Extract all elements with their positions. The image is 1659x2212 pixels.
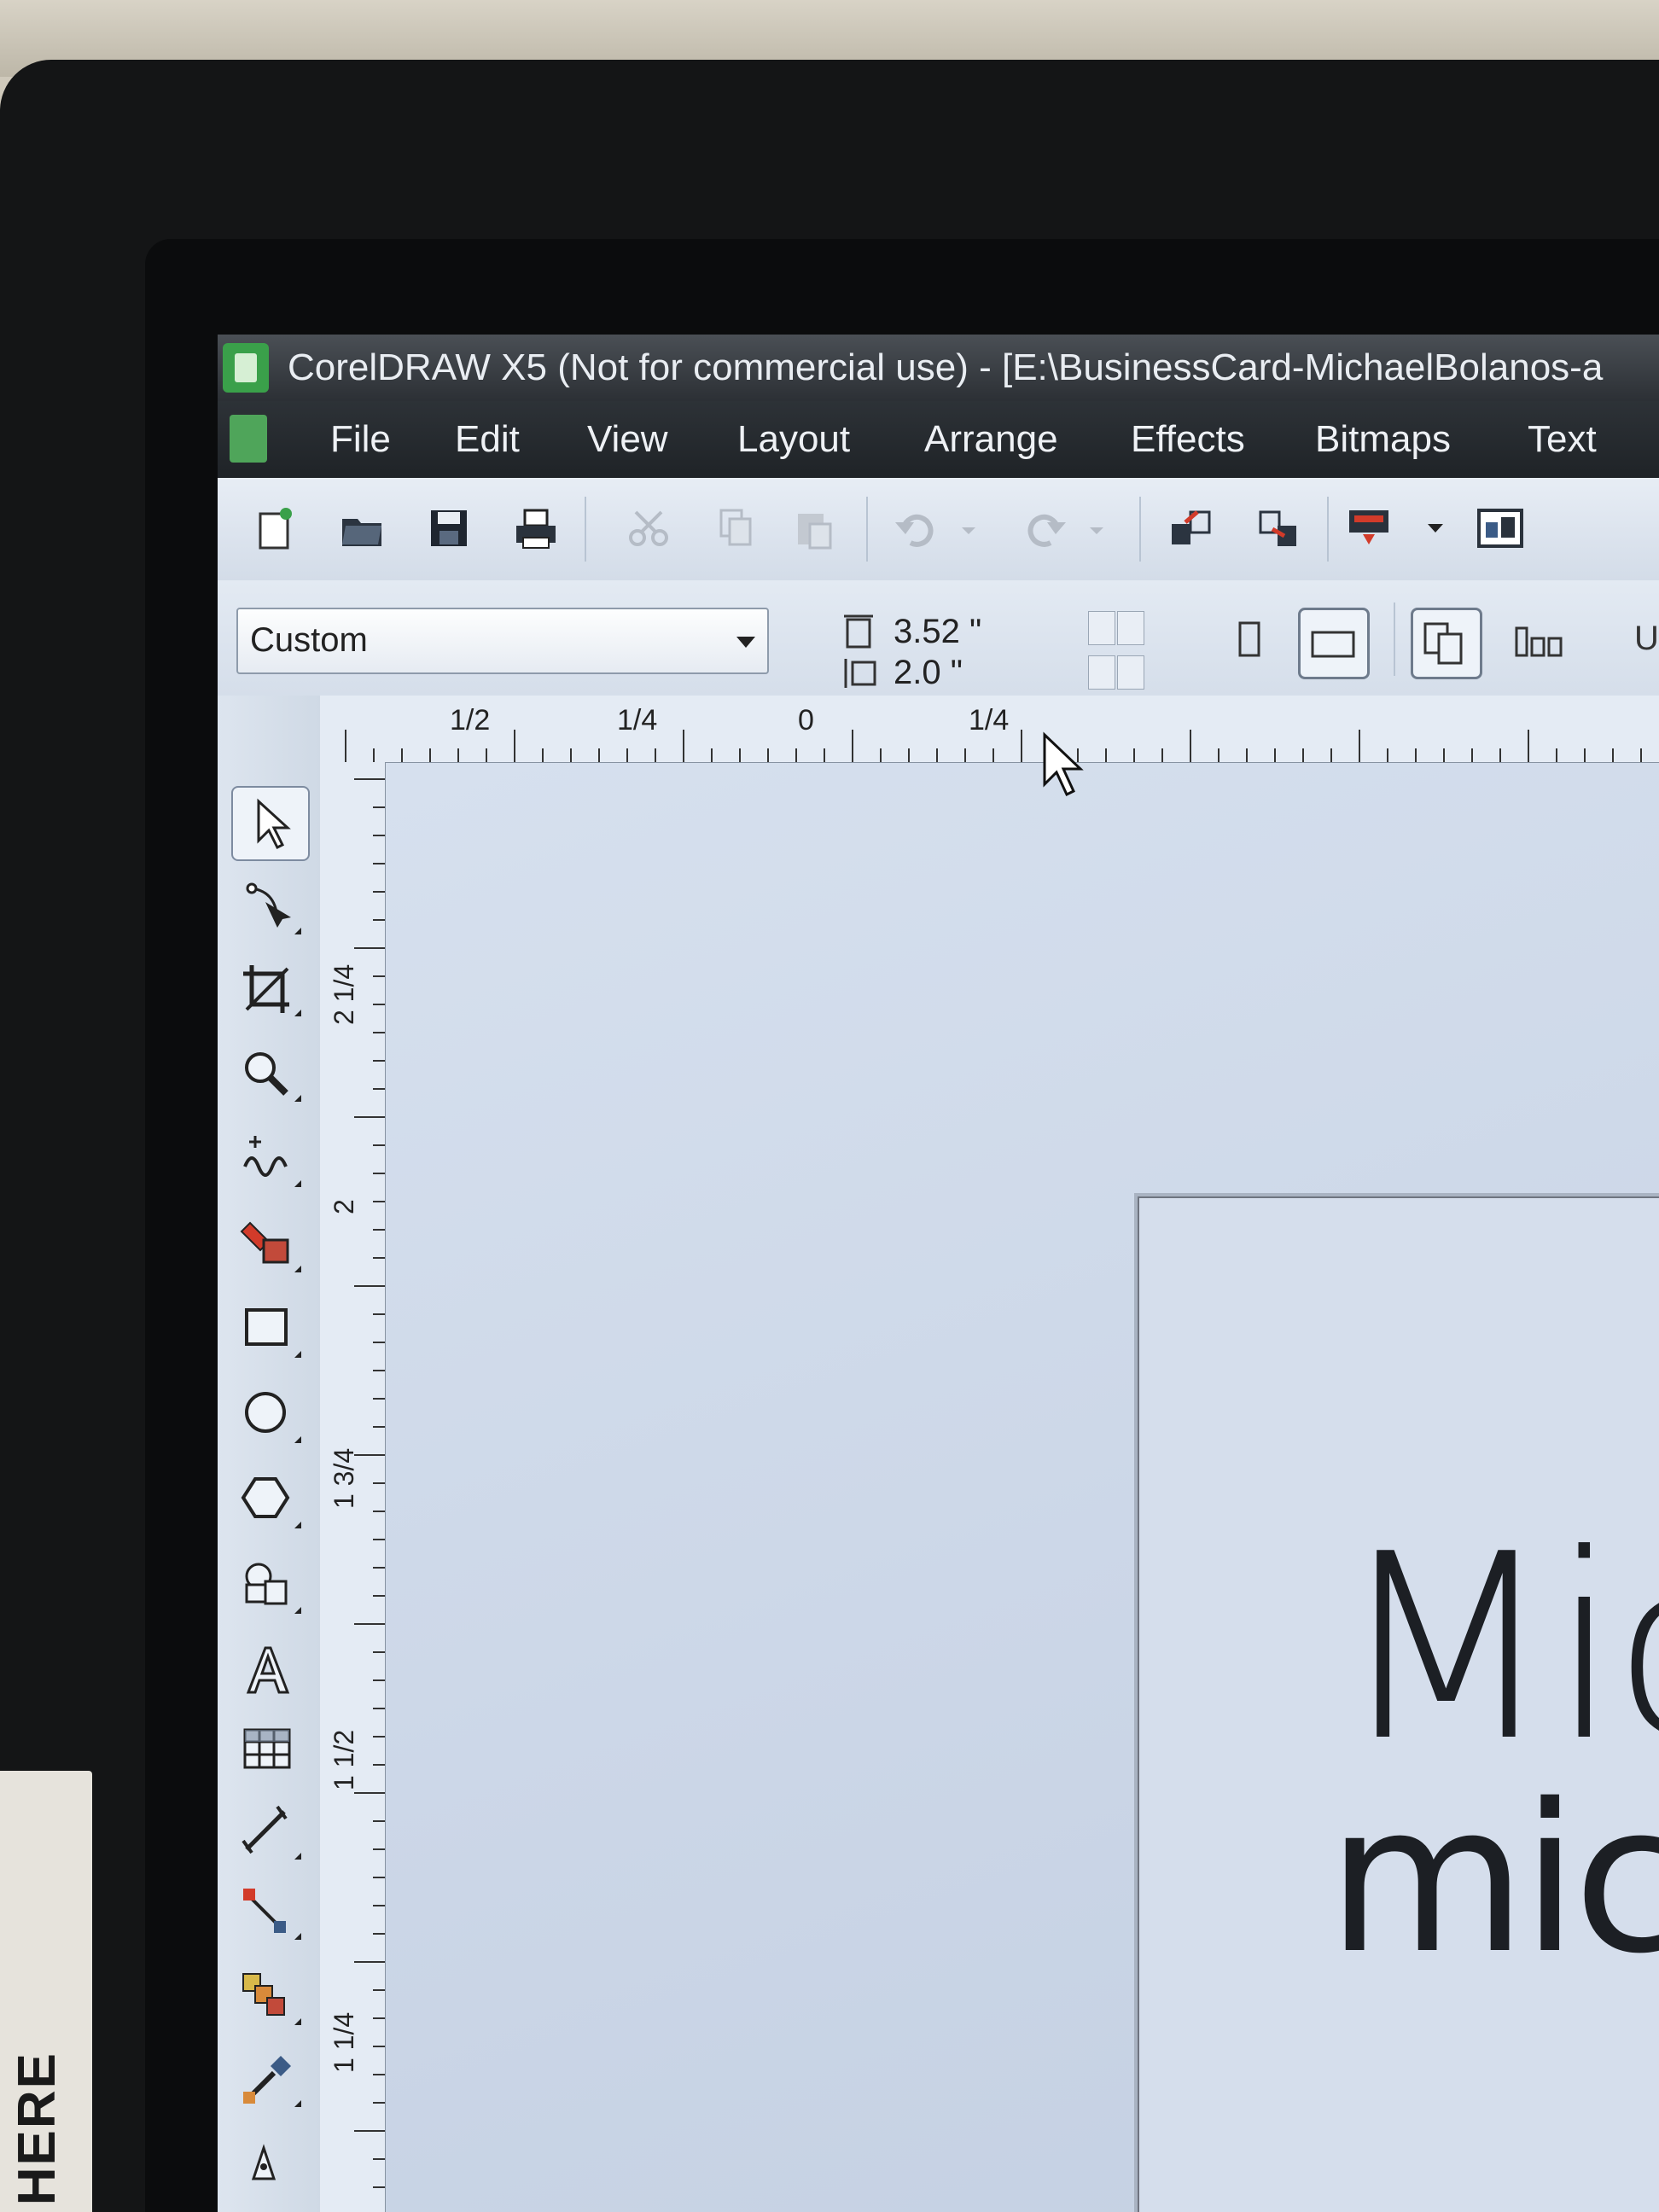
dimension-tool-icon[interactable] [231,1796,306,1868]
undo-dropdown-icon[interactable] [945,504,994,553]
menu-view[interactable]: View [587,418,668,461]
chevron-down-icon [736,637,755,648]
cut-icon[interactable] [624,504,673,553]
menu-bitmaps[interactable]: Bitmaps [1315,418,1451,461]
table-tool-icon[interactable] [231,1714,306,1786]
outline-pen-icon[interactable] [231,2126,306,2197]
toolbar-separator [1327,497,1329,562]
undo-icon[interactable] [892,504,941,553]
hruler-label: 1/4 [969,704,1010,736]
standard-toolbar [218,478,1659,581]
menu-file[interactable]: File [330,418,391,461]
connector-tool-icon[interactable] [231,1877,306,1948]
spin-down-icon[interactable] [1088,655,1115,690]
all-pages-button[interactable] [1411,608,1482,679]
shape-tool-icon[interactable] [231,871,306,943]
menu-edit[interactable]: Edit [455,418,520,461]
current-page-button[interactable] [1510,608,1576,674]
paste-icon[interactable] [789,504,839,553]
hruler-label: 1/2 [450,704,491,736]
mouse-cursor-icon [1043,731,1084,797]
hruler-label: 0 [798,704,814,736]
spin-up-icon[interactable] [1117,611,1144,645]
menu-text[interactable]: Text [1528,418,1597,461]
coreldraw-window: CorelDRAW X5 (Not for commercial use) - … [218,335,1659,2212]
blend-tool-icon[interactable] [231,1962,306,2034]
toolbox [218,696,321,2212]
menu-bar: File Edit View Layout Arrange Effects Bi… [218,401,1659,478]
vruler-label: 1 1/2 [329,1729,359,1790]
freehand-tool-icon[interactable] [231,1124,306,1196]
export-icon[interactable] [1254,504,1303,553]
text-tool-icon[interactable] [231,1636,306,1708]
smart-fill-icon[interactable] [231,1209,306,1281]
spin-down-icon[interactable] [1088,611,1115,645]
redo-dropdown-icon[interactable] [1073,504,1122,553]
all-pages-icon [1423,622,1463,665]
rectangle-tool-icon[interactable] [231,1295,306,1366]
monitor-sticker: HERE [0,1771,92,2212]
portrait-icon [1238,621,1260,657]
page-height-value: 2.0 " [894,654,963,691]
toolbar-separator [585,497,586,562]
hruler-label: 1/4 [617,704,658,736]
crop-tool-icon[interactable] [231,953,306,1025]
vruler-label: 1 1/4 [329,2011,359,2073]
print-icon[interactable] [511,504,561,553]
menu-layout[interactable]: Layout [737,418,850,461]
page-height-field[interactable]: 2.0 " [841,654,1216,696]
import-icon[interactable] [1167,504,1216,553]
card-email-text[interactable]: mich [1327,1777,1659,1982]
basic-shapes-icon[interactable] [231,1551,306,1622]
copy-icon[interactable] [711,504,760,553]
toolbar-separator [1139,497,1141,562]
page-width-value: 3.52 " [894,613,982,650]
save-icon[interactable] [424,504,474,553]
welcome-screen-icon[interactable] [1476,504,1525,553]
vruler-label: 1 3/4 [329,1447,359,1509]
vertical-ruler[interactable]: 2 1/4 2 1 3/4 1 1/2 1 1/4 [320,762,386,2212]
application-launcher-icon[interactable] [1344,504,1394,553]
toolbar-separator [866,497,868,562]
spin-up-icon[interactable] [1117,655,1144,690]
window-title: CorelDRAW X5 (Not for commercial use) - … [288,346,1604,388]
current-page-icon [1515,626,1563,657]
page-size-dropdown[interactable]: Custom [236,608,769,674]
vruler-label: 2 1/4 [329,963,359,1025]
new-document-icon[interactable] [250,504,300,553]
title-bar: CorelDRAW X5 (Not for commercial use) - … [218,335,1659,401]
horizontal-ruler[interactable]: 1/2 1/4 0 1/4 [320,696,1659,763]
launcher-dropdown-icon[interactable] [1411,504,1460,553]
vruler-label: 2 [329,1199,359,1214]
document-icon[interactable] [230,415,267,463]
page-width-icon [844,614,873,649]
units-label[interactable]: U [1634,620,1659,658]
page-width-field[interactable]: 3.52 " [841,608,1216,655]
polygon-tool-icon[interactable] [231,1465,306,1537]
pick-tool-icon[interactable] [231,786,310,861]
zoom-tool-icon[interactable] [231,1039,306,1110]
page-height-icon [844,659,876,688]
page-height-spinner[interactable] [1088,650,1146,691]
landscape-icon [1311,631,1355,658]
landscape-button[interactable] [1298,608,1370,679]
coreldraw-app-icon[interactable] [223,343,269,393]
page-width-spinner[interactable] [1088,606,1146,647]
open-icon[interactable] [337,504,387,553]
property-bar: Custom 3.52 " 2.0 " U [218,580,1659,697]
menu-arrange[interactable]: Arrange [924,418,1058,461]
menu-effects[interactable]: Effects [1131,418,1245,461]
eyedropper-tool-icon[interactable] [231,2044,306,2116]
ellipse-tool-icon[interactable] [231,1380,306,1452]
portrait-button[interactable] [1216,608,1283,674]
card-name-text[interactable]: Mic [1336,1521,1659,1777]
redo-icon[interactable] [1020,504,1069,553]
page-size-value: Custom [250,621,368,659]
propbar-separator [1394,602,1395,676]
sticker-text: HERE [8,2051,67,2205]
